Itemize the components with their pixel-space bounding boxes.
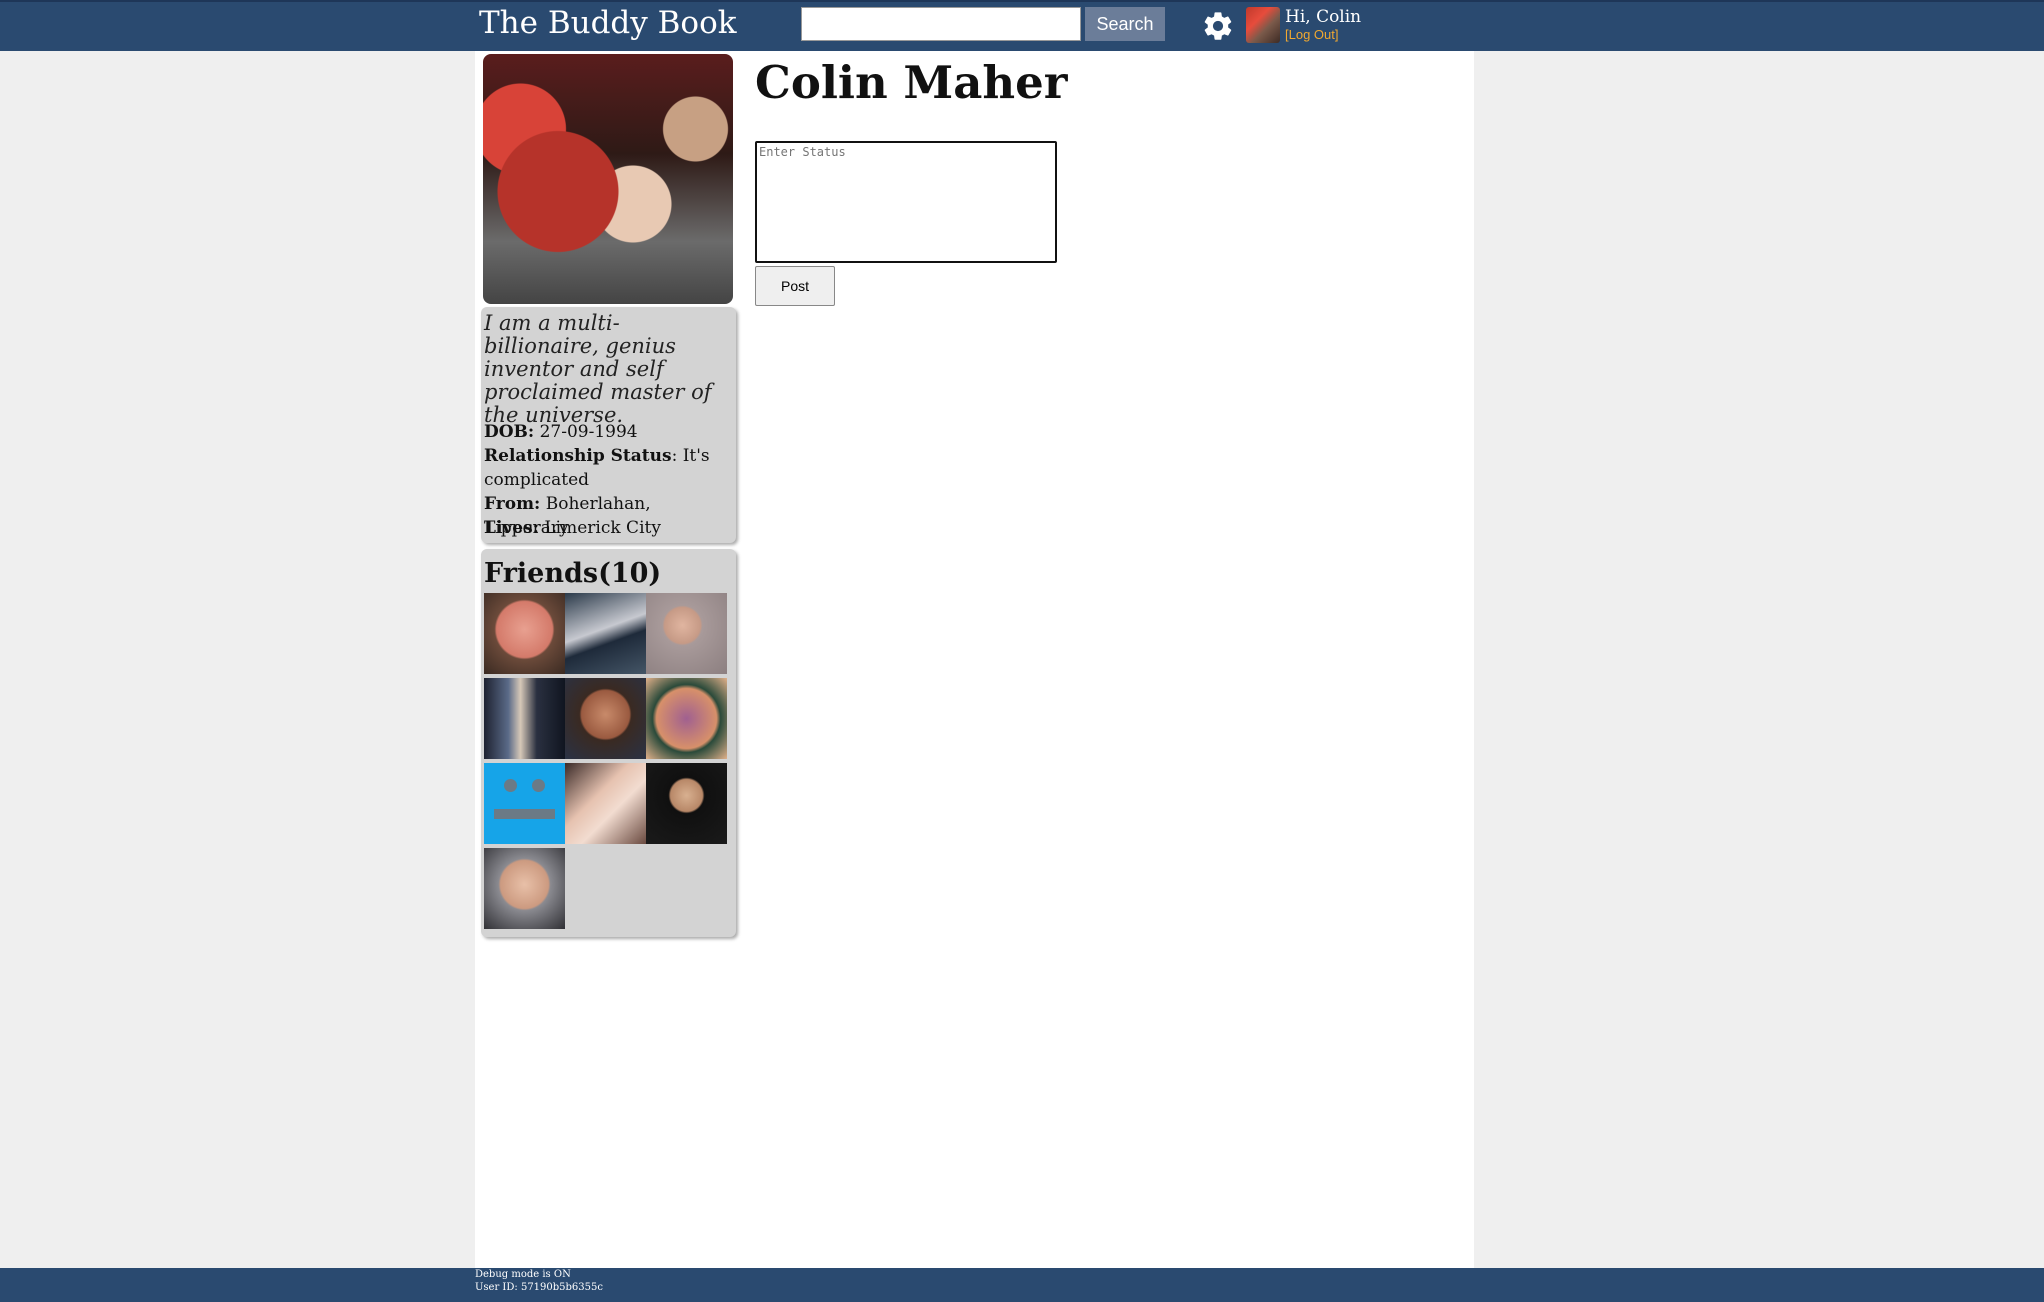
greeting-text: Hi, Colin — [1285, 7, 1362, 27]
dob-row: DOB: 27-09-1994 — [484, 420, 734, 444]
user-avatar[interactable] — [1246, 7, 1280, 43]
profile-photo — [483, 54, 733, 304]
search-input[interactable] — [801, 7, 1081, 41]
friend-avatar[interactable] — [484, 593, 565, 674]
from-label: From: — [484, 494, 541, 514]
lives-label: Lives: — [484, 518, 539, 538]
relationship-row: Relationship Status: It's complicated — [484, 444, 734, 492]
friend-avatar[interactable] — [565, 763, 646, 844]
brand-logo[interactable]: The Buddy Book — [479, 3, 737, 43]
relationship-label: Relationship Status — [484, 446, 672, 466]
debug-mode-text: Debug mode is ON — [475, 1269, 571, 1280]
friend-avatar[interactable] — [484, 848, 565, 929]
lives-value: Limerick City — [544, 518, 661, 538]
friend-avatar[interactable] — [646, 763, 727, 844]
gear-icon[interactable] — [1201, 9, 1235, 43]
friend-avatar[interactable] — [646, 593, 727, 674]
post-button[interactable]: Post — [755, 266, 835, 306]
profile-name: Colin Maher — [755, 56, 1068, 109]
friend-avatar[interactable] — [565, 593, 646, 674]
lives-row: Lives: Limerick City — [484, 516, 734, 540]
user-id-text: User ID: 57190b5b6355c — [475, 1282, 603, 1293]
status-input[interactable] — [755, 141, 1057, 263]
logout-link[interactable]: [Log Out] — [1285, 27, 1338, 43]
friend-avatar[interactable] — [565, 678, 646, 759]
friends-title: Friends(10) — [484, 558, 662, 589]
dob-label: DOB: — [484, 422, 535, 442]
search-button[interactable]: Search — [1085, 7, 1165, 41]
dob-value: 27-09-1994 — [539, 422, 638, 442]
profile-bio: I am a multi-billionaire, genius invento… — [484, 311, 712, 427]
footer-bar — [0, 1268, 2044, 1302]
friend-avatar[interactable] — [484, 678, 565, 759]
friend-avatar[interactable] — [484, 763, 565, 844]
friend-avatar[interactable] — [646, 678, 727, 759]
